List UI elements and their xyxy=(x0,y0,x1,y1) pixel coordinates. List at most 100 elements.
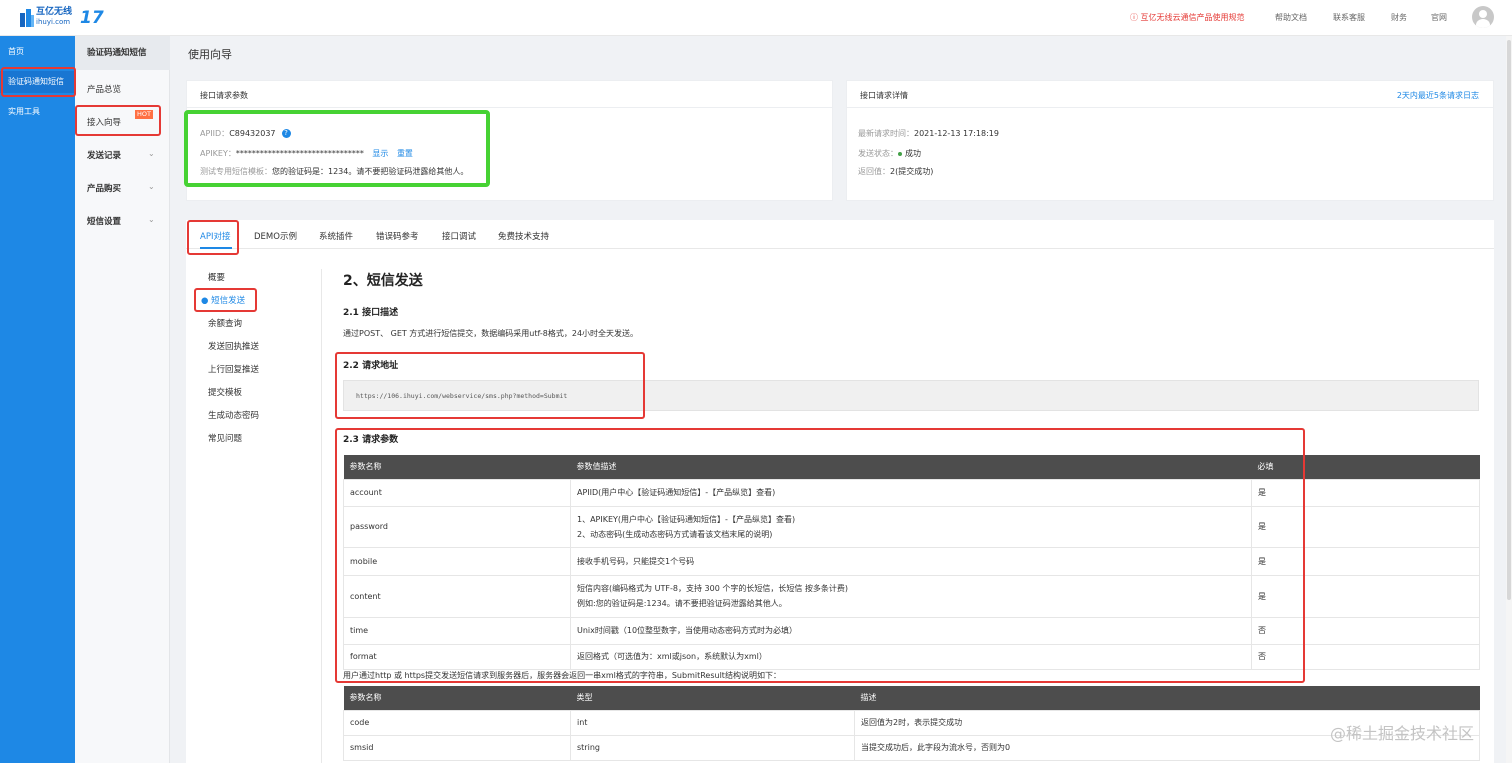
status-label: 发送状态： xyxy=(858,149,898,158)
param-desc-line: 2、动态密码(生成动态密码方式请看该文档末尾的说明) xyxy=(577,529,773,539)
return-label: 返回值： xyxy=(858,167,890,176)
outline-item-send-sms[interactable]: ● 短信发送 xyxy=(201,294,245,306)
subnav-item-overview[interactable]: 产品总览 xyxy=(87,83,121,95)
param-desc: Unix时间戳（10位整型数字，当使用动态密码方式时为必填） xyxy=(570,616,1252,645)
divider xyxy=(187,107,832,108)
apikey-value: ******************************** xyxy=(235,149,364,158)
latest-time-row: 最新请求时间：2021-12-13 17:18:19 xyxy=(858,128,999,139)
hot-badge: HOT xyxy=(135,110,153,119)
doc-tabs: API对接 DEMO示例 系统插件 错误码参考 接口调试 免费技术支持 xyxy=(186,220,1494,249)
apiid-label: APIID： xyxy=(200,129,230,138)
column-header: 参数名称 xyxy=(343,686,571,710)
template-row: 测试专用短信模板：您的验证码是：1234。请不要把验证码泄露给其他人。 xyxy=(200,166,468,177)
top-bar: 互亿无线 ihuyi.com 17 ⓘ 互亿无线云通信产品使用规范 帮助文档 联… xyxy=(0,0,1512,36)
subnav-item-sms-settings[interactable]: 短信设置 xyxy=(87,215,121,227)
table-header-row: 参数名称 类型 描述 xyxy=(343,686,1480,710)
finance-link[interactable]: 财务 xyxy=(1391,12,1407,23)
help-docs-link[interactable]: 帮助文档 xyxy=(1275,12,1307,23)
param-required: 是 xyxy=(1251,478,1480,507)
status-value: 成功 xyxy=(905,149,921,158)
param-desc-line: 例如:您的验证码是:1234。请不要把验证码泄露给其他人。 xyxy=(577,599,787,608)
card-title: 接口请求详情 xyxy=(860,91,908,100)
tab-demo[interactable]: DEMO示例 xyxy=(254,230,297,242)
logo-domain: ihuyi.com xyxy=(36,18,71,26)
result-name: smsid xyxy=(343,734,571,761)
tab-error-codes[interactable]: 错误码参考 xyxy=(376,230,419,242)
param-name: format xyxy=(343,643,571,670)
outline-item-receipt-push[interactable]: 发送回执推送 xyxy=(208,340,259,352)
result-type: int xyxy=(570,709,855,736)
show-apikey-link[interactable]: 显示 xyxy=(372,149,388,158)
param-name: content xyxy=(343,574,571,618)
user-avatar-icon[interactable] xyxy=(1472,6,1494,28)
param-desc: 返回格式（可选值为：xml或json，系统默认为xml） xyxy=(570,643,1252,670)
request-log-link[interactable]: 2天内最近5条请求日志 xyxy=(1397,90,1479,101)
column-header: 必填 xyxy=(1251,455,1480,479)
subsection-heading: 2.2 请求地址 xyxy=(343,361,399,371)
result-name: code xyxy=(343,709,571,736)
param-name: time xyxy=(343,616,571,645)
chevron-down-icon: ⌄ xyxy=(148,149,155,158)
param-desc-line: 返回格式（可选值为：xml或json，系统默认为xml） xyxy=(577,652,767,661)
outline-item-balance[interactable]: 余额查询 xyxy=(208,317,242,329)
help-icon[interactable]: ? xyxy=(281,129,291,138)
chevron-down-icon: ⌄ xyxy=(148,215,155,224)
param-desc: 接收手机号码，只能提交1个号码 xyxy=(570,546,1252,576)
param-desc-line: APIID(用户中心【验证码通知短信】-【产品纵览】查看) xyxy=(577,488,776,497)
subnav-item-access-guide[interactable]: 接入向导 HOT xyxy=(87,110,153,128)
column-header: 参数名称 xyxy=(343,455,571,479)
apikey-row: APIKEY：******************************** … xyxy=(200,148,413,159)
bullet-icon: ● xyxy=(201,296,212,306)
official-site-link[interactable]: 官网 xyxy=(1431,12,1447,23)
scrollbar-thumb[interactable] xyxy=(1507,40,1511,600)
template-label: 测试专用短信模板： xyxy=(200,167,272,176)
return-value: 2(提交成功) xyxy=(890,167,934,176)
param-desc: 短信内容(编码格式为 UTF-8，支持 300 个字的长短信，长短信 按多条计费… xyxy=(570,574,1252,618)
result-description: 用户通过http 或 https提交发送短信请求到服务器后，服务器会返回一串xm… xyxy=(343,671,781,680)
nav-item-verification-sms[interactable]: 验证码通知短信 xyxy=(0,71,75,93)
logo[interactable]: 互亿无线 ihuyi.com 17 xyxy=(20,7,104,29)
outline-item-template[interactable]: 提交模板 xyxy=(208,386,242,398)
param-desc-line: 接收手机号码，只能提交1个号码 xyxy=(577,556,695,566)
reset-apikey-link[interactable]: 重置 xyxy=(397,149,413,158)
status-dot-icon xyxy=(898,151,902,156)
tab-api-debug[interactable]: 接口调试 xyxy=(442,230,476,242)
outline-item-overview[interactable]: 概要 xyxy=(208,271,225,283)
table-header-row: 参数名称 参数值描述 必填 xyxy=(343,455,1480,479)
contact-support-link[interactable]: 联系客服 xyxy=(1333,12,1365,23)
table-row: mobile 接收手机号码，只能提交1个号码 是 xyxy=(343,546,1480,576)
subnav-item-purchase[interactable]: 产品购买 xyxy=(87,182,121,194)
request-url-box: https://106.ihuyi.com/webservice/sms.php… xyxy=(343,380,1479,411)
tab-tech-support[interactable]: 免费技术支持 xyxy=(498,230,549,242)
column-header: 参数值描述 xyxy=(570,455,1252,479)
doc-content: 概要 ● 短信发送 余额查询 发送回执推送 上行回复推送 提交模板 生成动态密码… xyxy=(186,249,1494,763)
nav-item-tools[interactable]: 实用工具 xyxy=(0,101,75,123)
latest-time-label: 最新请求时间： xyxy=(858,129,914,138)
table-row: time Unix时间戳（10位整型数字，当使用动态密码方式时为必填） 否 xyxy=(343,616,1480,645)
column-header: 类型 xyxy=(570,686,855,710)
tab-plugins[interactable]: 系统插件 xyxy=(319,230,353,242)
param-desc: 1、APIKEY(用户中心【验证码通知短信】-【产品纵览】查看) 2、动态密码(生… xyxy=(570,505,1252,548)
section-heading: 2、短信发送 xyxy=(343,273,423,289)
param-required: 否 xyxy=(1251,643,1480,670)
outline-item-faq[interactable]: 常见问题 xyxy=(208,432,242,444)
param-name: mobile xyxy=(343,546,571,576)
param-required: 是 xyxy=(1251,574,1480,618)
table-row: account APIID(用户中心【验证码通知短信】-【产品纵览】查看) 是 xyxy=(343,478,1480,507)
subnav-item-send-records[interactable]: 发送记录 xyxy=(87,149,167,161)
tab-api[interactable]: API对接 xyxy=(200,230,230,242)
param-desc-line: 1、APIKEY(用户中心【验证码通知短信】-【产品纵览】查看) xyxy=(577,514,796,524)
outline-item-reply-push[interactable]: 上行回复推送 xyxy=(208,363,259,375)
info-icon: ⓘ xyxy=(1130,13,1141,22)
latest-time-value: 2021-12-13 17:18:19 xyxy=(914,129,999,138)
template-value: 您的验证码是：1234。请不要把验证码泄露给其他人。 xyxy=(272,167,469,176)
table-row: smsid string 当提交成功后，此字段为流水号，否则为0 xyxy=(343,734,1480,761)
usage-notice-link[interactable]: ⓘ 互亿无线云通信产品使用规范 xyxy=(1130,12,1245,23)
subsection-heading: 2.3 请求参数 xyxy=(343,435,399,445)
divider xyxy=(847,107,1493,108)
nav-item-home[interactable]: 首页 xyxy=(0,41,75,63)
watermark: @稀土掘金技术社区 xyxy=(1330,724,1475,743)
outline-item-dynamic-password[interactable]: 生成动态密码 xyxy=(208,409,259,421)
status-row: 发送状态： 成功 xyxy=(858,148,921,159)
subnav-item-label: 接入向导 xyxy=(87,118,122,128)
